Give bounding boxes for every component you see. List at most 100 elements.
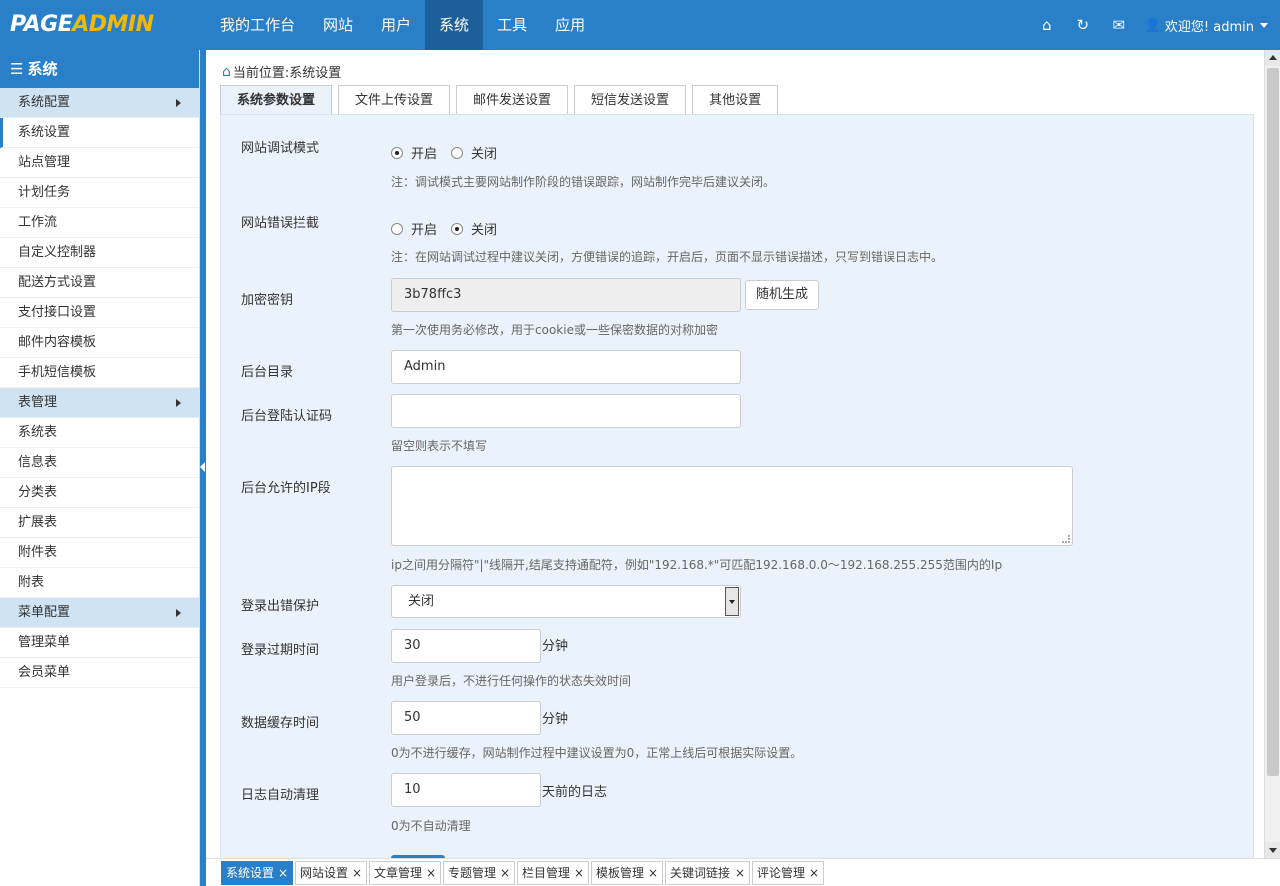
cache-time-note: 0为不进行缓存，网站制作过程中建议设置为0，正常上线后可根据实际设置。	[391, 746, 803, 760]
nav-workbench[interactable]: 我的工作台	[206, 0, 309, 50]
login-expire-unit: 分钟	[542, 639, 569, 654]
bottom-tab-article-management[interactable]: 文章管理 ×	[369, 861, 441, 885]
debug-mode-label: 网站调试模式	[241, 141, 320, 156]
tab-mail-sending[interactable]: 邮件发送设置	[456, 85, 569, 115]
login-expire-field[interactable]: 30	[391, 629, 541, 663]
bottom-tab-website-settings[interactable]: 网站设置 ×	[295, 861, 367, 885]
user-icon: 👤	[1144, 17, 1161, 33]
login-code-field[interactable]	[391, 394, 741, 428]
secret-key-label: 加密密钥	[241, 293, 294, 308]
sidebar-item-info-tables[interactable]: 信息表	[0, 448, 199, 478]
close-icon[interactable]: ×	[809, 862, 819, 884]
sidebar-item-workflow[interactable]: 工作流	[0, 208, 199, 238]
user-greeting: 欢迎您! admin	[1164, 19, 1254, 35]
nav-user[interactable]: 用户	[367, 0, 425, 50]
home-icon[interactable]: ⌂	[222, 64, 231, 80]
nav-tools[interactable]: 工具	[483, 0, 541, 50]
sidebar-item-admin-menu[interactable]: 管理菜单	[0, 628, 199, 658]
sidebar-item-custom-controller[interactable]: 自定义控制器	[0, 238, 199, 268]
admin-dir-label: 后台目录	[241, 365, 294, 380]
bottom-tab-column-management[interactable]: 栏目管理 ×	[517, 861, 589, 885]
allowed-ip-textarea[interactable]	[391, 466, 1073, 546]
log-clean-note: 0为不自动清理	[391, 819, 471, 833]
sidebar-item-scheduled-tasks[interactable]: 计划任务	[0, 178, 199, 208]
sidebar-item-member-menu[interactable]: 会员菜单	[0, 658, 199, 688]
close-icon[interactable]: ×	[500, 862, 510, 884]
vertical-scrollbar[interactable]	[1264, 50, 1280, 858]
error-intercept-note: 注：在网站调试过程中建议关闭，方便错误的追踪，开启后，页面不显示错误描述，只写到…	[391, 250, 944, 264]
bottom-tab-keyword-links[interactable]: 关键词链接 ×	[665, 861, 750, 885]
sidebar-item-email-templates[interactable]: 邮件内容模板	[0, 328, 199, 358]
error-intercept-on-radio[interactable]: 开启	[391, 219, 437, 238]
logo[interactable]: PAGEADMIN	[10, 12, 154, 37]
allowed-ip-label: 后台允许的IP段	[241, 481, 331, 496]
collapse-arrow-icon[interactable]	[200, 462, 205, 472]
bottom-tab-system-settings[interactable]: 系统设置 ×	[221, 861, 293, 885]
bottom-tab-template-management[interactable]: 模板管理 ×	[591, 861, 663, 885]
bottom-tab-topic-management[interactable]: 专题管理 ×	[443, 861, 515, 885]
sidebar-item-payment-interface[interactable]: 支付接口设置	[0, 298, 199, 328]
login-code-note: 留空则表示不填写	[391, 439, 488, 453]
scroll-thumb[interactable]	[1267, 68, 1279, 776]
login-protect-label: 登录出错保护	[241, 599, 320, 614]
breadcrumb: ⌂ 当前位置: 系统设置	[222, 62, 341, 82]
sidebar-item-extension-tables[interactable]: 扩展表	[0, 508, 199, 538]
top-bar: PAGEADMIN 我的工作台 网站 用户 系统 工具 应用 ⌂ ↻ ✉ 👤 欢…	[0, 0, 1280, 50]
debug-off-radio[interactable]: 关闭	[451, 143, 497, 162]
settings-form: 网站调试模式 开启 关闭 注：调试模式主要网站制作阶段的错误跟踪，网站制作完毕后…	[220, 114, 1254, 858]
sidebar-group-menu-config[interactable]: 菜单配置	[0, 598, 199, 628]
mail-icon[interactable]: ✉	[1101, 16, 1137, 34]
top-nav: 我的工作台 网站 用户 系统 工具 应用	[206, 0, 599, 50]
error-intercept-off-radio[interactable]: 关闭	[451, 219, 497, 238]
scroll-up-icon[interactable]	[1265, 50, 1280, 66]
sidebar-item-site-management[interactable]: 站点管理	[0, 148, 199, 178]
sidebar-group-table-management[interactable]: 表管理	[0, 388, 199, 418]
tab-system-params[interactable]: 系统参数设置	[220, 85, 333, 115]
login-protect-select[interactable]: 关闭	[391, 585, 741, 618]
nav-apps[interactable]: 应用	[541, 0, 599, 50]
close-icon[interactable]: ×	[735, 862, 745, 884]
nav-website[interactable]: 网站	[309, 0, 367, 50]
settings-tabs: 系统参数设置 文件上传设置 邮件发送设置 短信发送设置 其他设置	[220, 85, 784, 115]
tab-file-upload[interactable]: 文件上传设置	[338, 85, 451, 115]
sidebar-item-category-tables[interactable]: 分类表	[0, 478, 199, 508]
bottom-tab-comment-management[interactable]: 评论管理 ×	[752, 861, 824, 885]
close-icon[interactable]: ×	[352, 862, 362, 884]
home-icon[interactable]: ⌂	[1029, 16, 1065, 34]
sidebar-item-system-settings[interactable]: 系统设置	[0, 118, 199, 148]
cache-time-field[interactable]: 50	[391, 701, 541, 735]
close-icon[interactable]: ×	[278, 862, 288, 884]
allowed-ip-note: ip之间用分隔符"|"线隔开,结尾支持通配符，例如"192.168.*"可匹配1…	[391, 558, 1003, 572]
sidebar-item-attachment-tables[interactable]: 附件表	[0, 538, 199, 568]
close-icon[interactable]: ×	[648, 862, 658, 884]
sidebar-item-shipping-methods[interactable]: 配送方式设置	[0, 268, 199, 298]
close-icon[interactable]: ×	[426, 862, 436, 884]
sidebar-title: ☰ 系统	[0, 50, 199, 88]
debug-on-radio[interactable]: 开启	[391, 143, 437, 162]
login-expire-label: 登录过期时间	[241, 643, 320, 658]
close-icon[interactable]: ×	[574, 862, 584, 884]
chevron-right-icon	[176, 99, 181, 107]
admin-dir-field[interactable]: Admin	[391, 350, 741, 384]
sidebar-item-sub-tables[interactable]: 附表	[0, 568, 199, 598]
nav-system[interactable]: 系统	[425, 0, 484, 50]
sidebar-group-system-config[interactable]: 系统配置	[0, 88, 199, 118]
scroll-down-icon[interactable]	[1265, 842, 1280, 858]
top-right-tools: ⌂ ↻ ✉ 👤 欢迎您! admin	[1029, 0, 1268, 50]
dropdown-arrow-icon[interactable]	[725, 587, 739, 616]
tab-sms-sending[interactable]: 短信发送设置	[574, 85, 687, 115]
secret-key-note: 第一次使用务必修改，用于cookie或一些保密数据的对称加密	[391, 323, 718, 337]
sidebar-item-system-tables[interactable]: 系统表	[0, 418, 199, 448]
chevron-right-icon	[176, 609, 181, 617]
user-menu[interactable]: 👤 欢迎您! admin	[1145, 16, 1268, 35]
login-expire-note: 用户登录后，不进行任何操作的状态失效时间	[391, 674, 632, 688]
resize-grip-icon[interactable]	[1062, 535, 1070, 543]
log-clean-unit: 天前的日志	[542, 785, 608, 800]
bottom-tab-bar: 系统设置 × 网站设置 × 文章管理 × 专题管理 × 栏目管理 × 模板管理 × 关键词链…	[206, 858, 1280, 886]
secret-key-field[interactable]: 3b78ffc3	[391, 278, 741, 312]
log-clean-field[interactable]: 10	[391, 773, 541, 807]
tab-other-settings[interactable]: 其他设置	[692, 85, 779, 115]
refresh-icon[interactable]: ↻	[1065, 16, 1101, 34]
random-generate-button[interactable]: 随机生成	[745, 280, 820, 310]
sidebar-item-sms-templates[interactable]: 手机短信模板	[0, 358, 199, 388]
